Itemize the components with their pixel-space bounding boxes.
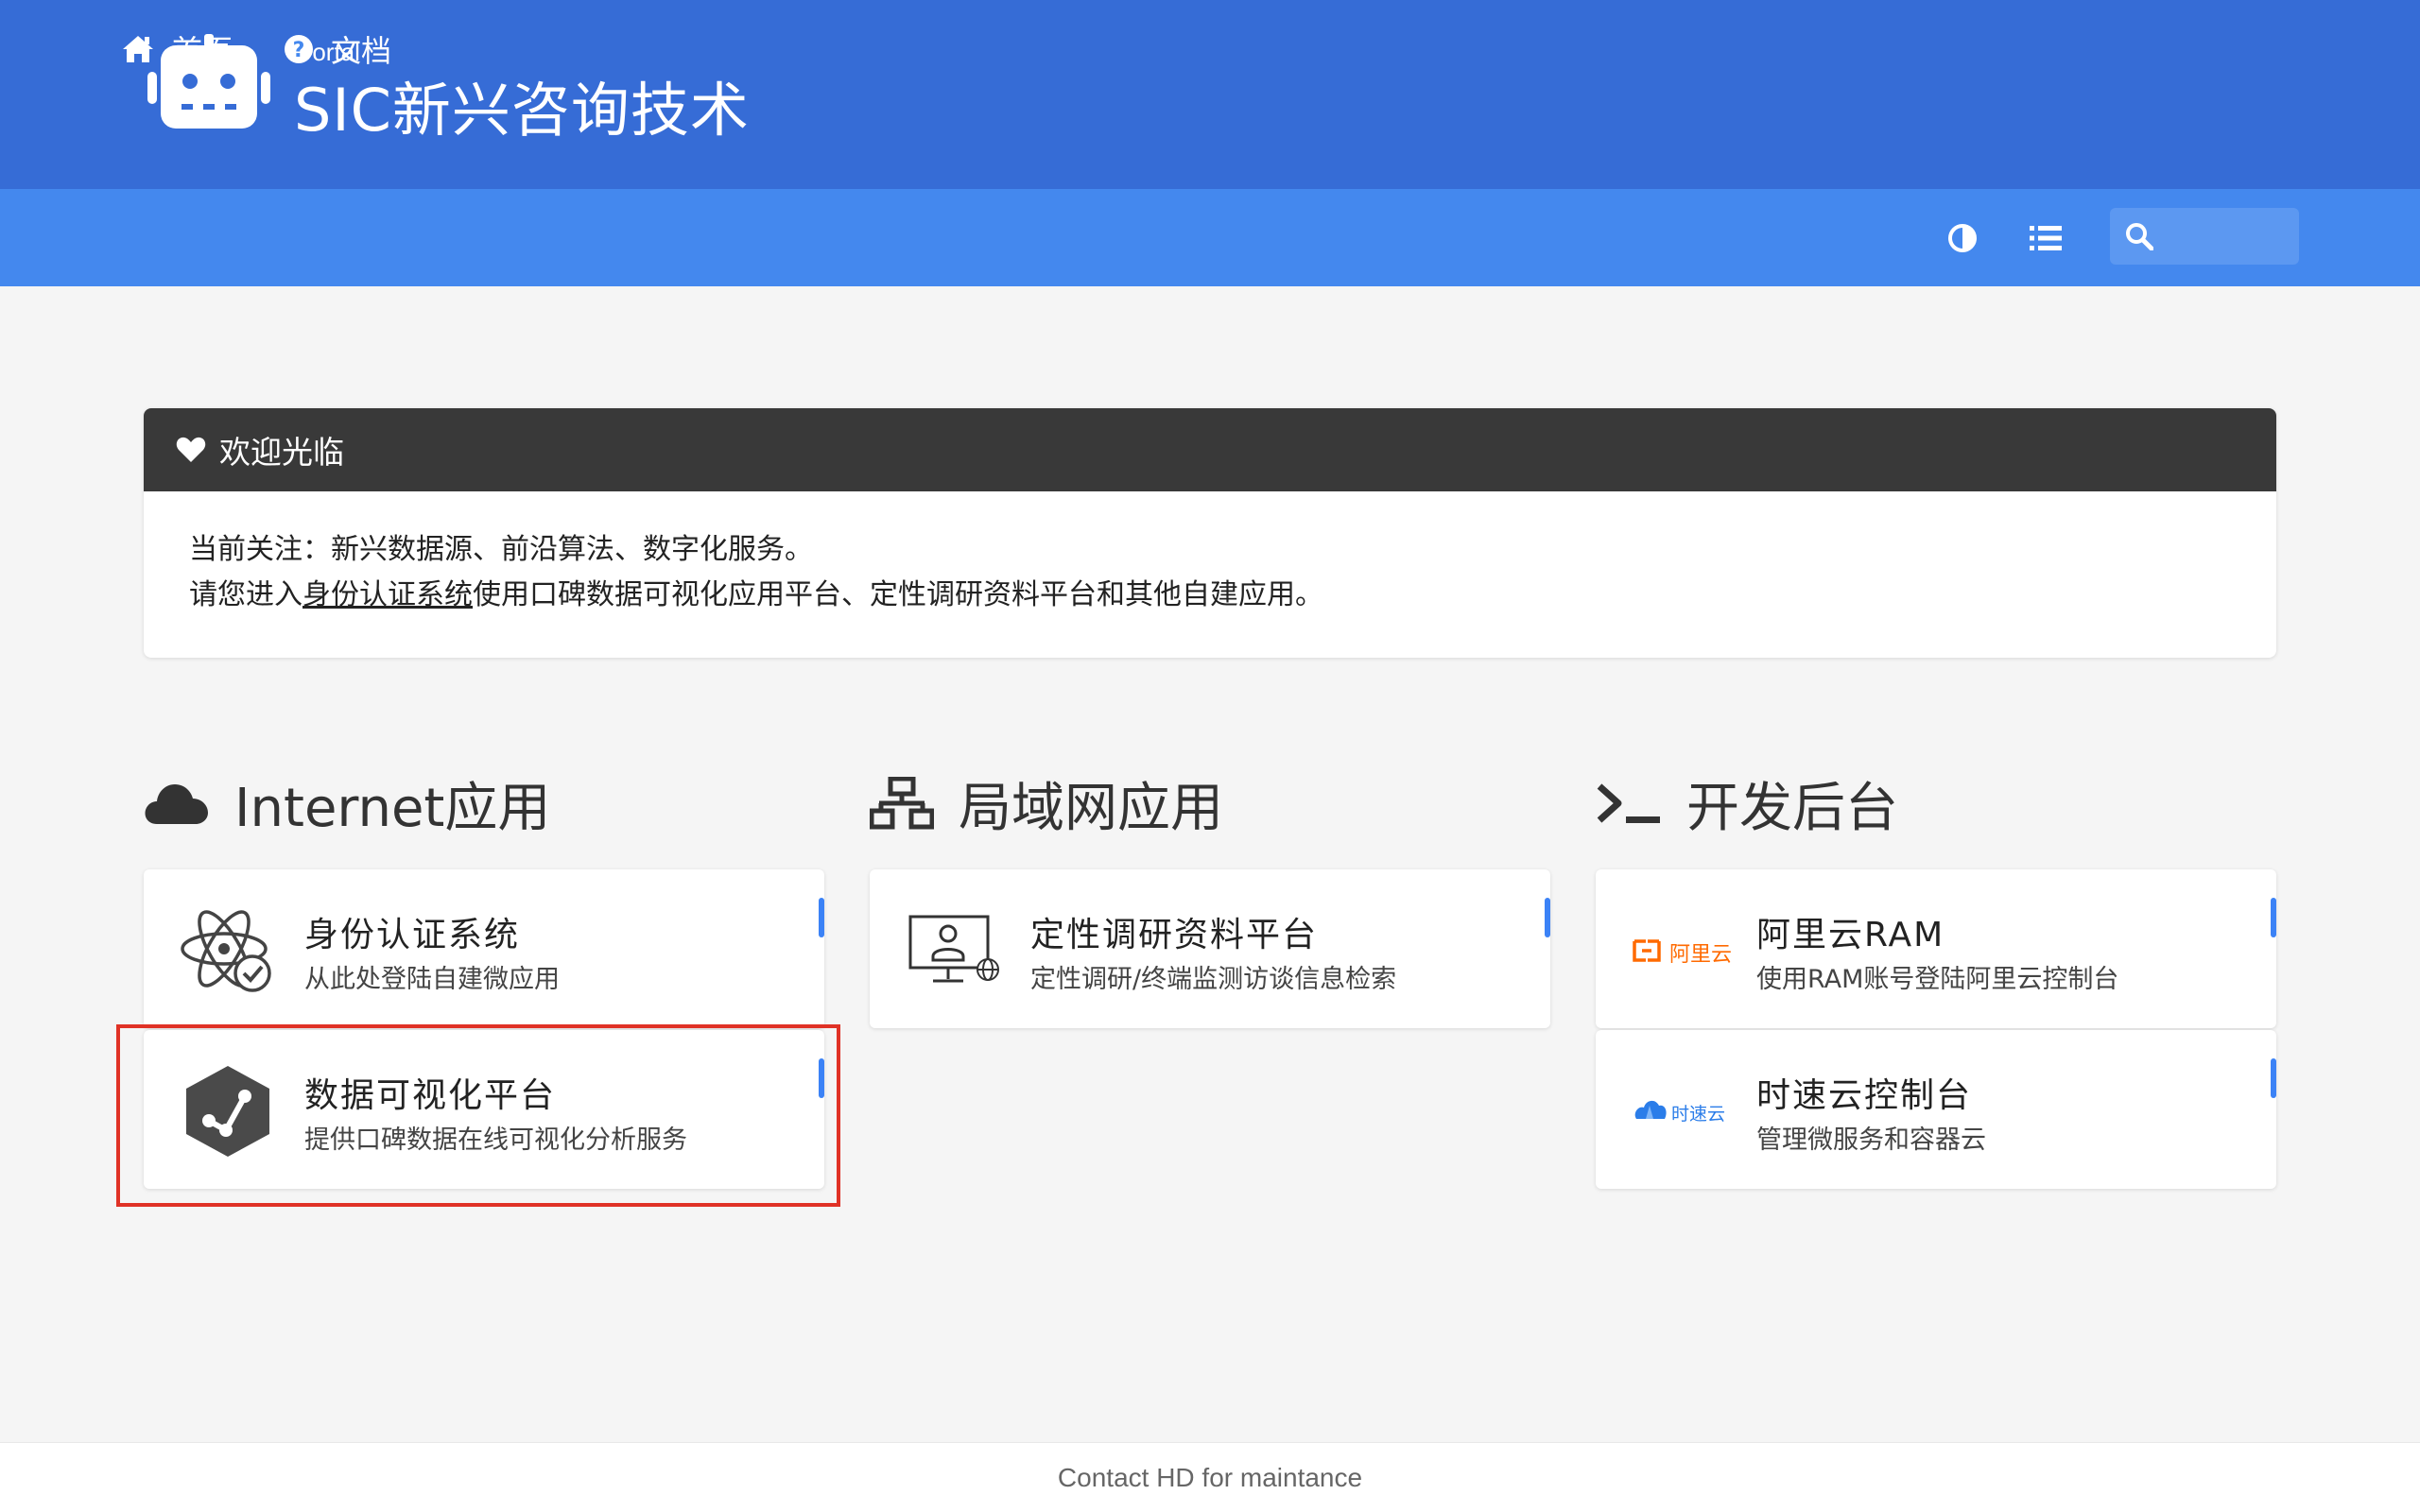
- network-icon: [870, 777, 934, 830]
- card-desc: 管理微服务和容器云: [1756, 1125, 1986, 1155]
- nav-docs-label: 文档: [331, 32, 392, 69]
- theme-toggle-button[interactable]: [1942, 217, 1983, 259]
- card-accent-bar: [2271, 1058, 2276, 1098]
- contrast-icon: [1948, 224, 1977, 252]
- welcome-header: 欢迎光临: [144, 408, 2276, 491]
- terminal-icon: [1597, 783, 1660, 823]
- section-title-dev: 开发后台: [1596, 767, 1898, 839]
- nav-docs-link[interactable]: ? 文档: [284, 0, 391, 97]
- search-icon: [2126, 223, 2153, 250]
- search-input[interactable]: [2163, 222, 2286, 250]
- cloud-icon: [145, 784, 208, 824]
- tenxcloud-logo-text: 时速云: [1671, 1104, 1726, 1125]
- card-title: 身份认证系统: [304, 916, 521, 954]
- footer-text: Contact HD for maintance: [1057, 1462, 1363, 1492]
- welcome-heading: 欢迎光临: [219, 434, 344, 471]
- heart-icon: [176, 437, 206, 462]
- section-title-dev-label: 开发后台: [1686, 777, 1898, 839]
- card-aliyun-ram[interactable]: 阿里云 阿里云RAM 使用RAM账号登陆阿里云控制台: [1596, 869, 2276, 1028]
- card-auth-system[interactable]: 身份认证系统 从此处登陆自建微应用: [144, 869, 824, 1028]
- section-title-lan-label: 局域网应用: [959, 777, 1223, 839]
- card-accent-bar: [819, 898, 824, 937]
- auth-system-link[interactable]: 身份认证系统: [302, 578, 473, 611]
- card-title: 时速云控制台: [1756, 1076, 1973, 1115]
- list-icon: [2030, 226, 2062, 250]
- welcome-line-2: 请您进入身份认证系统使用口碑数据可视化应用平台、定性调研资料平台和其他自建应用。: [189, 573, 2231, 618]
- home-icon: [123, 35, 153, 62]
- welcome-panel: 欢迎光临 当前关注：新兴数据源、前沿算法、数字化服务。 请您进入身份认证系统使用…: [144, 408, 2276, 658]
- question-circle-icon: ?: [285, 34, 313, 63]
- section-title-lan: 局域网应用: [870, 767, 1223, 839]
- nav-home-link[interactable]: 首页: [121, 0, 233, 97]
- card-desc: 定性调研/终端监测访谈信息检索: [1030, 965, 1397, 994]
- card-title: 阿里云RAM: [1756, 916, 1945, 954]
- welcome-line-1: 当前关注：新兴数据源、前沿算法、数字化服务。: [189, 533, 813, 566]
- card-accent-bar: [2271, 898, 2276, 937]
- svg-text:?: ?: [293, 39, 305, 62]
- card-title: 定性调研资料平台: [1030, 916, 1319, 954]
- highlight-box: [116, 1024, 840, 1207]
- tenxcloud-logo: 时速云: [1632, 1064, 1728, 1159]
- card-desc: 从此处登陆自建微应用: [304, 965, 560, 994]
- card-qualitative-research[interactable]: 定性调研资料平台 定性调研/终端监测访谈信息检索: [870, 869, 1550, 1028]
- nav-home-label: 首页: [172, 32, 233, 69]
- list-view-button[interactable]: [2025, 217, 2066, 259]
- welcome-line-2-prefix: 请您进入: [189, 578, 302, 611]
- card-desc: 使用RAM账号登陆阿里云控制台: [1756, 965, 2119, 994]
- welcome-line-2-suffix: 使用口碑数据可视化应用平台、定性调研资料平台和其他自建应用。: [473, 578, 1323, 611]
- section-title-internet-label: Internet应用: [234, 777, 551, 839]
- card-accent-bar: [1545, 898, 1550, 937]
- aliyun-logo: 阿里云: [1632, 903, 1732, 998]
- section-title-internet: Internet应用: [144, 767, 550, 839]
- welcome-body: 当前关注：新兴数据源、前沿算法、数字化服务。 请您进入身份认证系统使用口碑数据可…: [144, 491, 2276, 654]
- search-box[interactable]: [2110, 208, 2299, 265]
- atom-check-icon: [180, 903, 276, 998]
- monitor-user-icon: [906, 903, 1002, 998]
- card-tenxcloud-console[interactable]: 时速云 时速云控制台 管理微服务和容器云: [1596, 1030, 2276, 1189]
- aliyun-logo-text: 阿里云: [1669, 943, 1733, 967]
- footer: Contact HD for maintance: [0, 1442, 2420, 1512]
